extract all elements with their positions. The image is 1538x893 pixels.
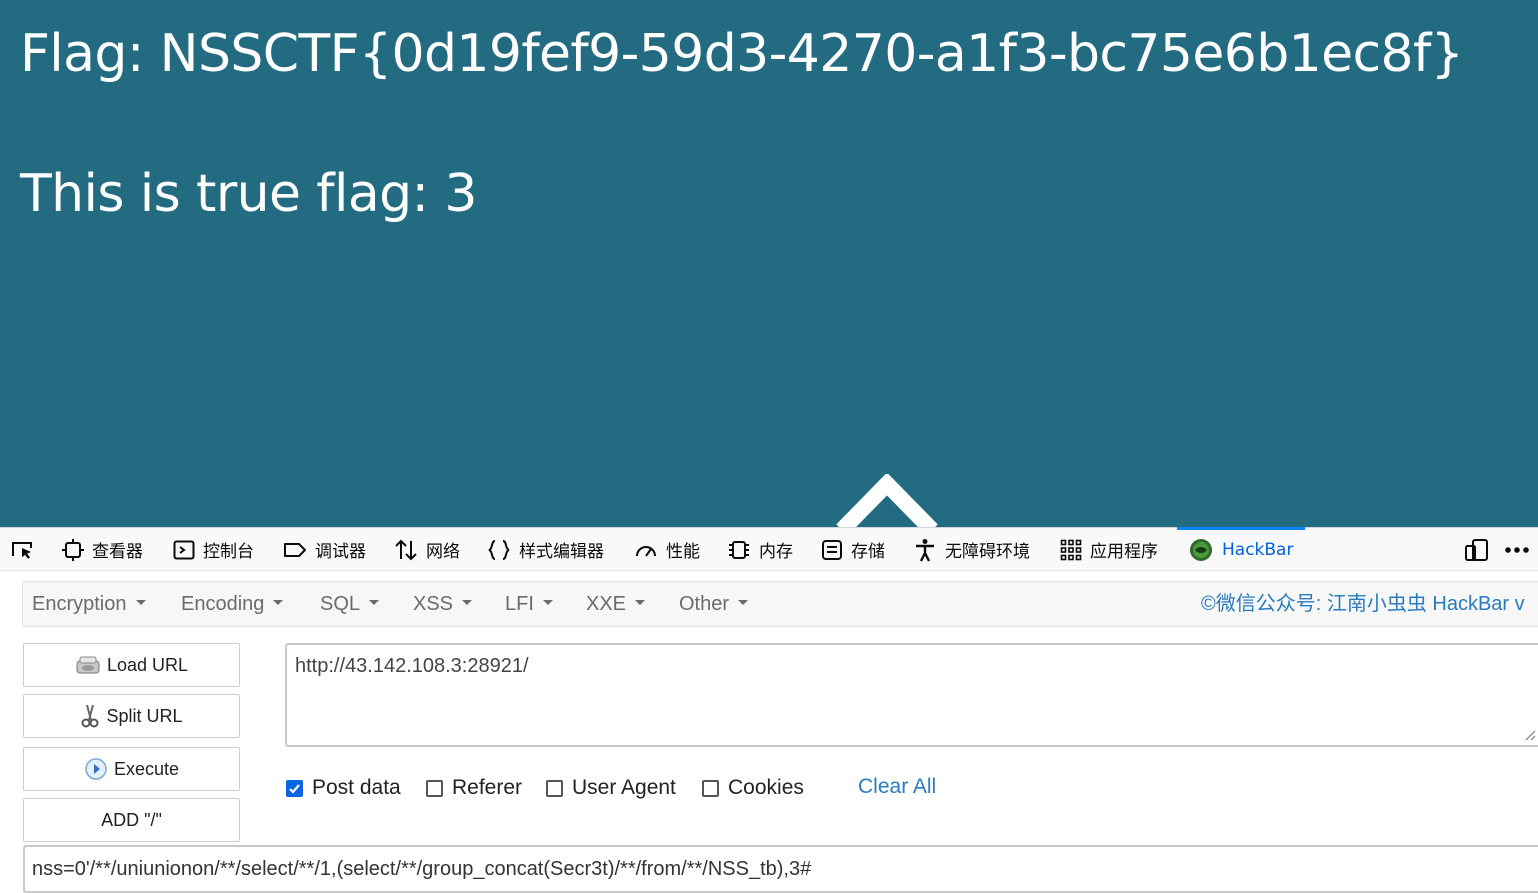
style-editor-icon: [488, 539, 510, 560]
checkbox-icon[interactable]: [426, 779, 443, 797]
caret-down-icon: [273, 600, 284, 606]
tab-performance[interactable]: 性能: [634, 528, 700, 571]
hackbar-panel: Encryption Encoding SQL XSS LFI XXE Othe…: [0, 571, 1538, 893]
button-label: Execute: [113, 758, 180, 779]
storage-icon: [822, 539, 842, 560]
menu-xss[interactable]: XSS: [413, 582, 473, 626]
responsive-design-icon: [1465, 538, 1488, 561]
checkbox-label: Cookies: [728, 776, 804, 799]
tab-label: 无障碍环境: [945, 542, 1030, 562]
checkbox-label: User Agent: [572, 776, 676, 799]
tab-label: 应用程序: [1090, 542, 1158, 562]
menu-encryption[interactable]: Encryption: [32, 582, 146, 626]
caret-down-icon: [542, 600, 553, 606]
checkbox-checked-icon[interactable]: [286, 779, 303, 797]
checkbox-icon[interactable]: [546, 779, 563, 797]
tab-label: 样式编辑器: [519, 542, 604, 562]
load-url-button[interactable]: Load URL: [23, 643, 240, 687]
url-field-frame: http://43.142.108.3:28921/: [285, 643, 1538, 747]
tab-label: 网络: [426, 542, 460, 562]
element-picker-icon: [12, 541, 32, 559]
tab-label: 内存: [759, 542, 793, 562]
post-body-input[interactable]: [25, 847, 1538, 891]
tab-label: HackBar: [1222, 539, 1294, 560]
tab-label: 性能: [666, 542, 700, 562]
menu-xxe[interactable]: XXE: [586, 582, 646, 626]
inspector-icon: [62, 538, 84, 561]
memory-icon: [729, 540, 749, 559]
tab-debugger[interactable]: 调试器: [283, 528, 366, 571]
tab-application[interactable]: 应用程序: [1060, 528, 1158, 571]
tab-hackbar[interactable]: HackBar: [1188, 528, 1293, 571]
load-url-icon: [76, 656, 100, 674]
responsive-mode-button[interactable]: [1464, 528, 1490, 571]
caret-down-icon: [462, 600, 473, 606]
split-url-button[interactable]: Split URL: [23, 694, 240, 738]
referer-checkbox[interactable]: Referer: [426, 775, 522, 801]
caret-down-icon: [369, 600, 380, 606]
menu-encoding[interactable]: Encoding: [181, 582, 284, 626]
menu-label: XSS: [413, 593, 454, 615]
hackbar-icon: [1190, 538, 1212, 561]
console-icon: [173, 540, 195, 559]
button-label: Load URL: [106, 654, 189, 675]
more-options-icon: [1505, 546, 1529, 553]
tab-accessibility[interactable]: 无障碍环境: [913, 528, 1030, 571]
tab-memory[interactable]: 内存: [727, 528, 793, 571]
user-agent-checkbox[interactable]: User Agent: [546, 775, 676, 801]
tab-style-editor[interactable]: 样式编辑器: [487, 528, 604, 571]
hackbar-menu-bar: Encryption Encoding SQL XSS LFI XXE Othe…: [22, 581, 1538, 627]
menu-label: SQL: [320, 593, 361, 615]
application-icon: [1060, 539, 1082, 560]
debugger-icon: [284, 542, 306, 557]
devtools-toolbar: 查看器 控制台 调试器 网络 样式编辑器 性能 内存 存储 无障碍环境 应用程序…: [0, 527, 1538, 571]
element-picker-button[interactable]: [10, 528, 36, 571]
checkbox-icon[interactable]: [702, 779, 719, 797]
page-content: Flag: NSSCTF{0d19fef9-59d3-4270-a1f3-bc7…: [0, 0, 1538, 527]
hackbar-credit[interactable]: ©微信公众号: 江南小虫虫 HackBar v: [1201, 582, 1525, 626]
menu-lfi[interactable]: LFI: [505, 582, 553, 626]
checkbox-label: Post data: [312, 776, 401, 799]
more-options-button[interactable]: [1504, 528, 1530, 571]
menu-label: XXE: [586, 593, 627, 615]
post-data-checkbox[interactable]: Post data: [286, 775, 401, 801]
cookies-checkbox[interactable]: Cookies: [702, 775, 804, 801]
add-slash-button[interactable]: ADD "/": [23, 798, 240, 842]
network-icon: [395, 539, 417, 560]
tab-storage[interactable]: 存储: [821, 528, 885, 571]
caret-down-icon: [738, 600, 749, 606]
menu-label: Other: [679, 593, 730, 615]
menu-label: Encryption: [32, 593, 127, 615]
caret-down-icon: [635, 600, 646, 606]
scissors-icon: [81, 704, 99, 728]
menu-label: LFI: [505, 593, 534, 615]
url-input[interactable]: http://43.142.108.3:28921/: [287, 645, 1538, 745]
clear-all-link[interactable]: Clear All: [858, 775, 936, 799]
scroll-to-top-icon[interactable]: [832, 474, 942, 527]
menu-sql[interactable]: SQL: [320, 582, 380, 626]
tab-label: 调试器: [315, 542, 366, 562]
tab-console[interactable]: 控制台: [173, 528, 254, 571]
play-icon: [85, 758, 107, 780]
tab-label: 控制台: [203, 542, 254, 562]
button-label: Split URL: [106, 705, 183, 726]
resize-handle-icon[interactable]: [1524, 729, 1536, 741]
execute-button[interactable]: Execute: [23, 747, 240, 791]
tab-network[interactable]: 网络: [394, 528, 460, 571]
tab-label: 查看器: [92, 542, 143, 562]
accessibility-icon: [916, 538, 934, 562]
checkbox-label: Referer: [452, 776, 523, 799]
true-flag-heading: This is true flag: 3: [20, 164, 477, 224]
flag-heading: Flag: NSSCTF{0d19fef9-59d3-4270-a1f3-bc7…: [20, 24, 1464, 84]
tab-label: 存储: [851, 542, 885, 562]
caret-down-icon: [135, 600, 146, 606]
menu-label: Encoding: [181, 593, 265, 615]
tab-inspector[interactable]: 查看器: [62, 528, 143, 571]
button-label: ADD "/": [101, 809, 162, 830]
performance-icon: [636, 545, 656, 557]
menu-other[interactable]: Other: [679, 582, 749, 626]
